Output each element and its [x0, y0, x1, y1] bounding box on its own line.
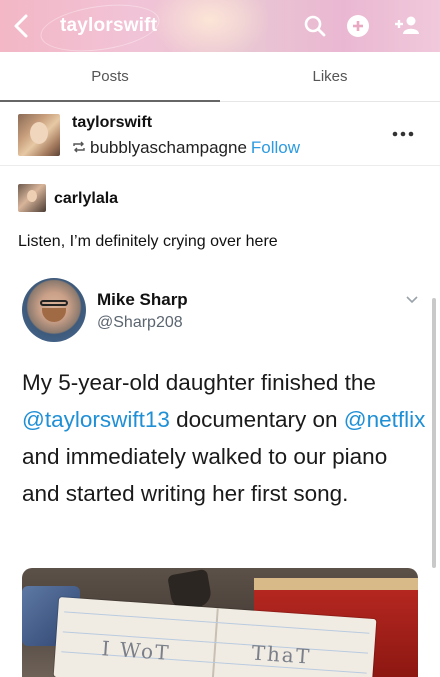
tweet-photo[interactable]: I WoT ThaT	[22, 568, 418, 677]
tab-posts[interactable]: Posts	[0, 52, 220, 102]
avatar[interactable]	[18, 114, 60, 156]
blog-header: taylorswift	[0, 0, 440, 52]
tab-likes[interactable]: Likes	[220, 52, 440, 102]
compose-icon[interactable]	[345, 13, 371, 39]
avatar-beard	[42, 308, 66, 322]
tweet-author-name[interactable]: Mike Sharp	[97, 290, 188, 310]
post-username[interactable]: taylorswift	[72, 114, 152, 132]
notebook-handwriting-right: ThaT	[250, 640, 312, 669]
reblog-username[interactable]: carlylala	[54, 190, 118, 208]
tweet-body: My 5-year-old daughter finished the @tay…	[22, 364, 427, 512]
reblog-avatar[interactable]	[18, 184, 46, 212]
header-background-image	[150, 0, 270, 52]
tweet-author-handle[interactable]: @Sharp208	[97, 314, 183, 332]
reblog-source: bubblyaschampagne Follow	[72, 138, 300, 158]
follow-link[interactable]: Follow	[251, 138, 300, 157]
blog-tabs: Posts Likes	[0, 52, 440, 102]
post-header: taylorswift bubblyaschampagne Follow	[0, 102, 440, 166]
post-text: Listen, I’m definitely crying over here	[18, 233, 278, 250]
reblog-icon	[72, 138, 86, 153]
notebook-line	[64, 611, 370, 634]
mention-link[interactable]: @netflix	[344, 407, 426, 432]
reblogged-from-username[interactable]: bubblyaschampagne	[90, 138, 247, 157]
search-icon[interactable]	[302, 13, 328, 39]
tweet-text: documentary on	[169, 407, 344, 432]
more-dots-icon[interactable]	[392, 126, 414, 137]
notebook-handwriting-left: I WoT	[100, 636, 172, 665]
follow-user-icon[interactable]	[394, 13, 420, 39]
tweet-avatar[interactable]	[22, 278, 86, 342]
back-arrow-icon[interactable]	[8, 12, 36, 40]
avatar-glasses	[40, 300, 68, 306]
tweet-text: My 5-year-old daughter finished the	[22, 370, 376, 395]
blog-title: taylorswift	[60, 15, 158, 36]
tweet-text: and immediately walked to our piano and …	[22, 444, 388, 506]
mention-link[interactable]: @taylorswift13	[22, 407, 170, 432]
chevron-down-icon[interactable]	[404, 292, 420, 304]
embedded-tweet: Mike Sharp @Sharp208 My 5-year-old daugh…	[0, 268, 440, 677]
scrollbar[interactable]	[432, 298, 436, 568]
